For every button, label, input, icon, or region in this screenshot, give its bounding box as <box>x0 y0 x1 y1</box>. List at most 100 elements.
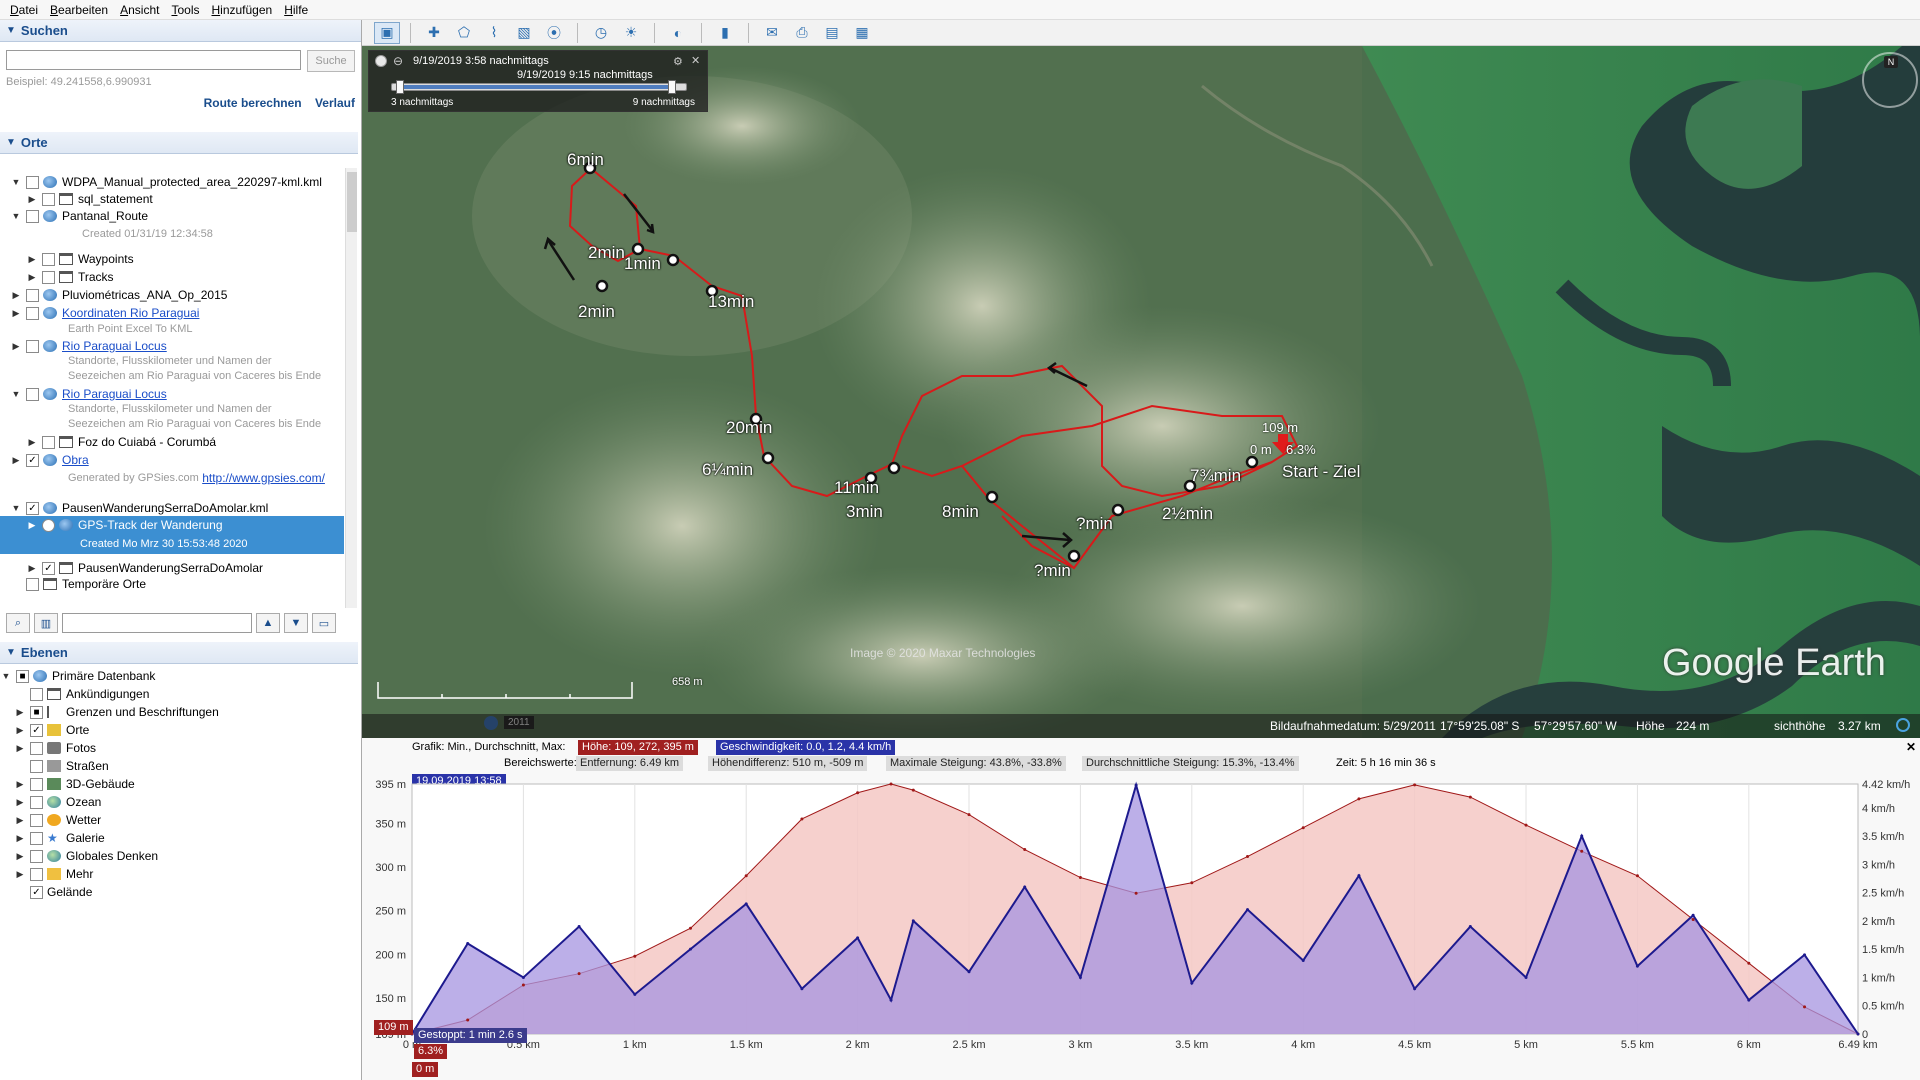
expand-arrow-icon[interactable]: ▶ <box>14 743 26 754</box>
checkbox[interactable] <box>42 435 55 449</box>
add-overlay-icon[interactable]: ▧ <box>511 22 537 44</box>
expand-arrow-icon[interactable]: ▶ <box>10 290 22 301</box>
checkbox[interactable] <box>30 687 43 701</box>
move-down-icon[interactable]: ▼ <box>284 613 308 633</box>
map-view[interactable]: 6min 2min 1min 2min 13min 20min 6¼min 11… <box>362 46 1920 738</box>
checkbox[interactable] <box>30 849 43 863</box>
close-profile-icon[interactable]: ✕ <box>1906 740 1916 754</box>
menu-hinzufuegen[interactable]: Hinzufügen <box>205 3 278 17</box>
expand-arrow-icon[interactable]: ▶ <box>14 707 26 718</box>
planet-switch-icon[interactable]: ◐ <box>665 22 691 44</box>
expand-arrow-icon[interactable]: ▶ <box>14 815 26 826</box>
search-icon[interactable]: ⌕ <box>6 613 30 633</box>
add-path-icon[interactable]: ⌇ <box>481 22 507 44</box>
expand-arrow-icon[interactable]: ▶ <box>26 520 38 531</box>
layers-panel-header[interactable]: ▼ Ebenen <box>0 642 358 664</box>
checkbox[interactable]: ✓ <box>42 561 55 575</box>
search-input[interactable] <box>6 50 301 70</box>
checkbox[interactable] <box>30 813 43 827</box>
layer-galerie[interactable]: ▶ ★ Galerie <box>14 830 105 846</box>
tree-item-pantanal-route[interactable]: ▼ Pantanal_Route <box>10 208 149 224</box>
layer-primary-db[interactable]: ▼ ■ Primäre Datenbank <box>0 668 156 684</box>
scrollbar-thumb[interactable] <box>347 172 357 232</box>
clock-icon[interactable] <box>375 55 387 67</box>
history-link[interactable]: Verlauf <box>315 96 355 110</box>
expand-arrow-icon[interactable]: ▶ <box>10 308 22 319</box>
checkbox[interactable] <box>30 831 43 845</box>
time-slider-start-handle[interactable] <box>396 80 404 94</box>
checkbox[interactable] <box>30 867 43 881</box>
search-button[interactable]: Suche <box>307 50 355 72</box>
tree-item-temporaere-orte[interactable]: Temporäre Orte <box>10 576 146 592</box>
wrench-icon[interactable]: ⚙ <box>673 55 683 68</box>
zoom-out-time-icon[interactable]: ⊖ <box>393 54 403 68</box>
expand-arrow-icon[interactable]: ▶ <box>14 725 26 736</box>
gpsies-link[interactable]: http://www.gpsies.com/ <box>202 471 325 485</box>
tree-item-tracks[interactable]: ▶ Tracks <box>26 269 114 285</box>
add-placemark-icon[interactable]: ✚ <box>421 22 447 44</box>
layer-3d-gebaeude[interactable]: ▶ 3D-Gebäude <box>14 776 135 792</box>
checkbox[interactable] <box>26 209 39 223</box>
menu-tools[interactable]: Tools <box>165 3 205 17</box>
checkbox[interactable] <box>30 759 43 773</box>
sidebar-toggle-icon[interactable]: ▣ <box>374 21 400 44</box>
layer-strassen[interactable]: Straßen <box>14 758 109 774</box>
expand-arrow-icon[interactable]: ▶ <box>14 779 26 790</box>
expand-arrow-icon[interactable]: ▶ <box>26 194 38 205</box>
expand-arrow-icon[interactable]: ▼ <box>10 211 22 221</box>
tree-item-koordinaten[interactable]: ▶ Koordinaten Rio Paraguai <box>10 305 200 321</box>
layer-wetter[interactable]: ▶ Wetter <box>14 812 102 828</box>
tree-item-foz-do-cuiaba[interactable]: ▶ Foz do Cuiabá - Corumbá <box>26 434 217 450</box>
collapse-triangle-icon[interactable]: ▼ <box>6 137 16 148</box>
checkbox[interactable] <box>26 339 39 353</box>
expand-arrow-icon[interactable]: ▶ <box>14 869 26 880</box>
email-icon[interactable]: ✉ <box>759 22 785 44</box>
time-slider-track[interactable] <box>391 80 687 94</box>
expand-arrow-icon[interactable]: ▶ <box>14 797 26 808</box>
elevation-profile[interactable]: Grafik: Min., Durchschnitt, Max: Höhe: 1… <box>362 738 1920 1080</box>
historical-imagery-icon[interactable]: ◷ <box>588 22 614 44</box>
checkbox[interactable] <box>26 175 39 189</box>
tree-item-pluviometricas[interactable]: ▶ Pluviométricas_ANA_Op_2015 <box>10 287 228 303</box>
expand-arrow-icon[interactable]: ▶ <box>10 455 22 466</box>
tree-item-sql-statement[interactable]: ▶ sql_statement <box>26 191 153 207</box>
tree-item-waypoints[interactable]: ▶ Waypoints <box>26 251 134 267</box>
checkbox[interactable]: ✓ <box>30 723 43 737</box>
menu-datei[interactable]: Datei <box>4 3 44 17</box>
checkbox[interactable]: ✓ <box>30 885 43 899</box>
speed-stats[interactable]: Geschwindigkeit: 0.0, 1.2, 4.4 km/h <box>716 740 896 755</box>
layer-orte[interactable]: ▶ ✓ Orte <box>14 722 90 738</box>
checkbox[interactable]: ■ <box>16 669 29 683</box>
add-polygon-icon[interactable]: ⬠ <box>451 22 477 44</box>
tree-item-wdpa[interactable]: ▼ WDPA_Manual_protected_area_220297-kml.k… <box>10 174 322 190</box>
checkbox[interactable] <box>26 288 39 302</box>
route-link[interactable]: Route berechnen <box>204 96 302 110</box>
tree-item-label[interactable]: Koordinaten Rio Paraguai <box>62 306 199 320</box>
layer-ankuendigungen[interactable]: Ankündigungen <box>14 686 149 702</box>
expand-arrow-icon[interactable]: ▶ <box>26 563 38 574</box>
tree-item-label[interactable]: Obra <box>62 453 89 467</box>
checkbox[interactable] <box>30 777 43 791</box>
layer-mehr[interactable]: ▶ Mehr <box>14 866 94 882</box>
expand-arrow-icon[interactable]: ▼ <box>10 389 22 399</box>
maps-icon[interactable]: ▦ <box>849 22 875 44</box>
layer-gelaende[interactable]: ✓ Gelände <box>14 884 92 900</box>
menu-ansicht[interactable]: Ansicht <box>114 3 165 17</box>
move-up-icon[interactable]: ▲ <box>256 613 280 633</box>
sunlight-icon[interactable]: ☀ <box>618 22 644 44</box>
expand-arrow-icon[interactable]: ▼ <box>10 503 22 513</box>
close-icon[interactable]: ✕ <box>691 54 700 67</box>
checkbox[interactable] <box>26 306 39 320</box>
checkbox[interactable]: ✓ <box>26 453 39 467</box>
tree-item-rio-paraguai-locus-2[interactable]: ▼ Rio Paraguai Locus <box>10 386 167 402</box>
checkbox[interactable]: ✓ <box>26 501 39 515</box>
checkbox[interactable] <box>42 252 55 266</box>
search-panel-header[interactable]: ▼ Suchen <box>0 20 361 42</box>
checkbox[interactable] <box>42 192 55 206</box>
layer-ozean[interactable]: ▶ Ozean <box>14 794 102 810</box>
checkbox[interactable] <box>30 741 43 755</box>
menu-hilfe[interactable]: Hilfe <box>278 3 314 17</box>
expand-arrow-icon[interactable]: ▼ <box>0 671 12 681</box>
layer-globales-denken[interactable]: ▶ Globales Denken <box>14 848 159 864</box>
tree-item-rio-paraguai-locus[interactable]: ▶ Rio Paraguai Locus <box>10 338 167 354</box>
